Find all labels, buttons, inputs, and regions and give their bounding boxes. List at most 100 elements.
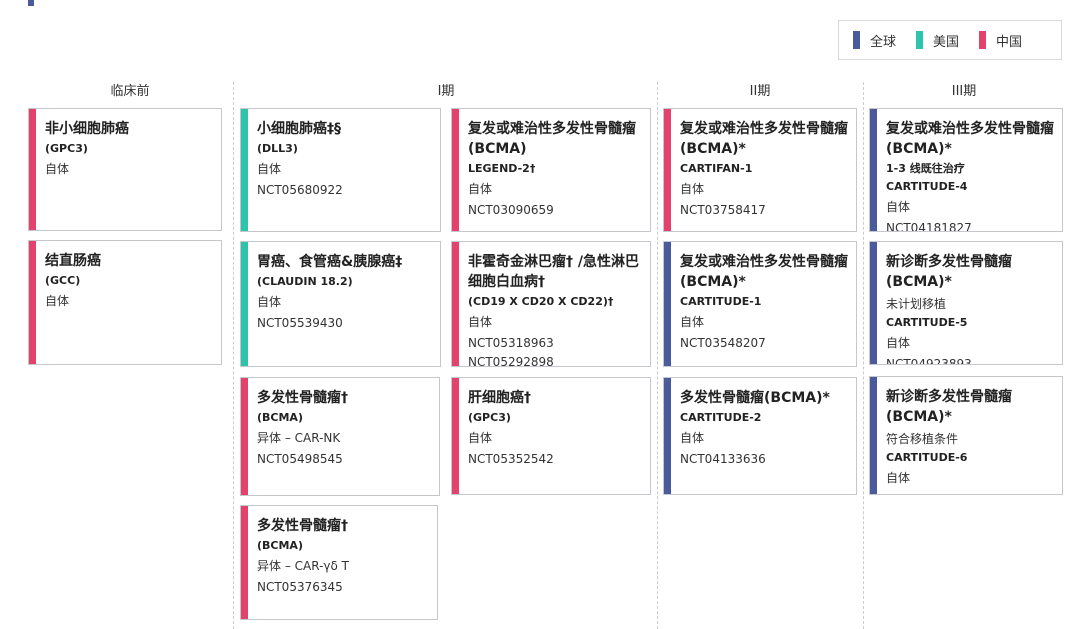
trial-detail-bold: (GPC3) (468, 411, 511, 424)
trial-detail-bold: (DLL3) (257, 142, 298, 155)
trial-detail: 自体 (680, 431, 705, 445)
trial-detail: 自体 (680, 315, 705, 329)
trial-nct-id: NCT04133636 (680, 452, 766, 466)
trial-detail: 自体 (468, 182, 493, 196)
phase-title-phase2: II期 (749, 84, 771, 99)
trial-card-phase3: 复发或难治性多发性骨髓瘤(BCMA)* 1-3 线既往治疗 CARTITUDE-4 自… (869, 108, 1063, 232)
trial-detail-bold: (BCMA) (257, 539, 303, 552)
legend-swatch-global (853, 31, 860, 49)
trial-card-phase1: 复发或难治性多发性骨髓瘤 (BCMA) LEGEND-2† 自体 NCT0309065… (451, 108, 651, 232)
trial-nct-id: NCT05680922 (257, 183, 343, 197)
trial-card-phase1: 胃癌、食管癌&胰腺癌‡ (CLAUDIN 18.2) 自体 NCT05539430 (240, 241, 441, 367)
trial-detail-bold: (CLAUDIN 18.2) (257, 275, 353, 288)
legend-item-us: 美国 (916, 31, 959, 50)
region-color-bar (664, 109, 671, 231)
trial-nct-id: NCT03548207 (680, 336, 766, 350)
region-color-bar (241, 378, 248, 495)
trial-detail: 未计划移植 (886, 297, 947, 311)
region-color-bar (664, 378, 671, 494)
region-color-bar (870, 377, 877, 494)
trial-detail-bold: CARTITUDE-5 (886, 316, 968, 329)
trial-detail-bold: CARTIFAN-1 (680, 162, 753, 175)
trial-indication: 非小细胞肺癌 (45, 121, 129, 137)
trial-card-phase2: 复发或难治性多发性骨髓瘤 (BCMA)* CARTITUDE-1 自体 NCT0354… (663, 241, 857, 367)
region-color-bar (241, 242, 248, 366)
trial-detail-bold: LEGEND-2† (468, 162, 536, 175)
trial-indication: 小细胞肺癌‡§ (257, 121, 341, 137)
region-color-bar (29, 241, 36, 364)
phase-divider (657, 82, 658, 629)
trial-detail-bold: (BCMA) (257, 411, 303, 424)
trial-detail-bold: CARTITUDE-1 (680, 295, 762, 308)
trial-indication: 新诊断多发性骨髓瘤 (BCMA)* (886, 389, 1012, 425)
trial-indication: 多发性骨髓瘤(BCMA)* (680, 390, 830, 406)
trial-detail-bold: (GPC3) (45, 142, 88, 155)
legend-label: 美国 (933, 34, 960, 50)
trial-nct-id: NCT03758417 (680, 203, 766, 217)
region-color-bar (241, 109, 248, 231)
trial-nct-id: NCT04923893 (886, 357, 972, 365)
trial-detail: 自体 (886, 471, 911, 485)
trial-detail-bold: (CD19 X CD20 X CD22)† (468, 295, 614, 308)
trial-nct-id: NCT05376345 (257, 580, 343, 594)
trial-nct-id: NCT04181827 (886, 221, 972, 232)
trial-detail: 自体 (257, 162, 282, 176)
legend-label: 中国 (996, 34, 1023, 50)
phase-divider (863, 82, 864, 629)
trial-detail-bold: CARTITUDE-6 (886, 451, 968, 464)
trial-indication: 肝细胞癌† (468, 390, 531, 406)
trial-card-phase1: 小细胞肺癌‡§ (DLL3) 自体 NCT05680922 (240, 108, 441, 232)
trial-indication: 多发性骨髓瘤† (257, 390, 348, 406)
trial-nct-id: NCT05539430 (257, 316, 343, 330)
trial-detail: 自体 (886, 200, 911, 214)
legend-label: 全球 (870, 34, 897, 50)
trial-detail-bold: CARTITUDE-4 (886, 180, 968, 193)
trial-indication: 复发或难治性多发性骨髓瘤(BCMA)* (680, 121, 848, 157)
trial-card-phase1: 多发性骨髓瘤† (BCMA) 异体 – CAR-NK NCT05498545 (240, 377, 440, 496)
trial-detail: 自体 (45, 162, 70, 176)
legend-item-global: 全球 (853, 31, 896, 50)
phase-title-phase3: III期 (951, 84, 977, 99)
trial-indication: 结直肠癌 (45, 253, 101, 269)
trial-detail: 符合移植条件 (886, 432, 959, 446)
trial-card-phase1: 多发性骨髓瘤† (BCMA) 异体 – CAR-γδ T NCT05376345 (240, 505, 438, 620)
trial-indication: 新诊断多发性骨髓瘤 (BCMA)* (886, 254, 1012, 290)
trial-card-preclinical: 非小细胞肺癌 (GPC3) 自体 (28, 108, 222, 231)
region-color-bar (452, 378, 459, 494)
trial-card-phase3: 新诊断多发性骨髓瘤 (BCMA)* 符合移植条件 CARTITUDE-6 自体 NCT0… (869, 376, 1063, 495)
trial-nct-id: NCT05352542 (468, 452, 554, 466)
trial-nct-id: NCT05498545 (257, 452, 343, 466)
trial-nct-id: NCT03090659 (468, 203, 554, 217)
trial-detail-bold: CARTITUDE-2 (680, 411, 762, 424)
trial-indication: 复发或难治性多发性骨髓瘤 (BCMA) (468, 121, 636, 157)
trial-detail: 自体 (257, 295, 282, 309)
trial-detail: 自体 (45, 294, 70, 308)
region-color-bar (452, 242, 459, 366)
trial-indication: 复发或难治性多发性骨髓瘤 (BCMA)* (680, 254, 848, 290)
top-accent-mark (28, 0, 34, 6)
legend: 全球 美国 中国 (838, 20, 1062, 60)
trial-detail: 自体 (468, 315, 493, 329)
region-color-bar (870, 109, 877, 231)
trial-card-phase1: 肝细胞癌† (GPC3) 自体 NCT05352542 (451, 377, 651, 495)
legend-item-china: 中国 (979, 31, 1022, 50)
phase-title-preclinical: 临床前 (110, 84, 150, 99)
region-color-bar (664, 242, 671, 366)
trial-card-phase2: 多发性骨髓瘤(BCMA)* CARTITUDE-2 自体 NCT04133636 (663, 377, 857, 495)
region-color-bar (29, 109, 36, 230)
trial-card-phase3: 新诊断多发性骨髓瘤 (BCMA)* 未计划移植 CARTITUDE-5 自体 NCT04… (869, 241, 1063, 365)
trial-nct-id: NCT05318963 (468, 336, 554, 350)
trial-card-phase1: 非霍奇金淋巴瘤† /急性淋巴细胞白血病† (CD19 X CD20 X CD22)… (451, 241, 651, 367)
region-color-bar (870, 242, 877, 364)
trial-indication: 胃癌、食管癌&胰腺癌‡ (257, 254, 403, 270)
phase-divider (233, 82, 234, 629)
region-color-bar (241, 506, 248, 619)
trial-detail: 自体 (886, 336, 911, 350)
trial-detail-bold: 1-3 线既往治疗 (886, 162, 965, 175)
trial-detail-bold: (GCC) (45, 274, 81, 287)
trial-nct-id: NCT05257083 (886, 490, 1054, 494)
trial-detail: 自体 (468, 431, 493, 445)
region-color-bar (452, 109, 459, 231)
trial-detail: 异体 – CAR-NK (257, 431, 341, 445)
legend-swatch-us (916, 31, 924, 49)
